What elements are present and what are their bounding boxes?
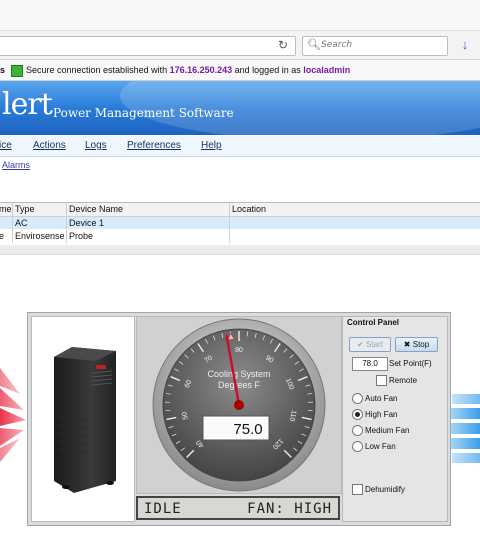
lcd-fan-text: FAN: HIGH [247, 501, 332, 517]
hot-airflow-graphic [0, 368, 26, 462]
banner-subtitle: Power Management Software [53, 106, 234, 120]
search-icon: 🔍︎ [307, 39, 321, 51]
status-text-mid: and logged in as [232, 65, 304, 75]
status-prefix: s [0, 65, 6, 75]
table-cell: AC [15, 218, 28, 228]
column-header-name[interactable]: me [0, 204, 12, 214]
remote-label: Remote [389, 376, 418, 385]
status-ip: 176.16.250.243 [169, 65, 233, 75]
cold-airflow-graphic [450, 394, 480, 463]
low-fan-label: Low Fan [365, 442, 396, 451]
gauge-tick-label: 80 [235, 347, 243, 354]
brand-logo-text: lert [2, 87, 53, 122]
table-footer-bar [0, 245, 480, 255]
remote-checkbox[interactable] [376, 375, 387, 386]
medium-fan-label: Medium Fan [365, 426, 410, 435]
app-banner: lert Power Management Software [0, 81, 480, 135]
lcd-state-text: IDLE [144, 501, 182, 517]
dehumidify-label: Dehumidify [365, 485, 406, 494]
gauge-title-line2: Degrees F [218, 380, 261, 390]
column-divider [66, 203, 67, 243]
column-divider [12, 203, 13, 243]
lcd-status-display: IDLE FAN: HIGH [136, 496, 340, 520]
table-row[interactable]: AC Device 1 [0, 217, 480, 229]
portable-ac-unit-image [54, 347, 116, 493]
auto-fan-label: Auto Fan [365, 394, 398, 403]
dehumidify-checkbox[interactable] [352, 484, 363, 495]
control-panel: Control Panel ✔ Start ✖ Stop 78.0 Set Po… [342, 316, 448, 522]
gauge-tick-label: 50 [181, 411, 189, 420]
medium-fan-radio[interactable] [352, 425, 363, 436]
stop-button-label: Stop [412, 340, 430, 349]
table-header: me Type Device Name Location [0, 203, 480, 217]
search-placeholder: Search [321, 40, 353, 50]
temperature-gauge: 405060708090100110120 Cooling System Deg… [152, 314, 326, 492]
table-cell: Probe [69, 231, 94, 241]
device-image-pane [31, 316, 135, 522]
device-table: me Type Device Name Location AC Device 1… [0, 202, 480, 246]
menu-item-actions[interactable]: Actions [33, 140, 66, 151]
status-message: Secure connection established with 176.1… [26, 60, 350, 80]
column-header-location[interactable]: Location [232, 204, 266, 214]
start-button-label: Start [366, 340, 383, 349]
high-fan-label: High Fan [365, 410, 398, 419]
browser-tab-strip [0, 0, 480, 31]
table-cell: Device 1 [69, 218, 105, 228]
setpoint-field[interactable]: 78.0 [352, 357, 388, 371]
start-button[interactable]: ✔ Start [349, 337, 391, 352]
menu-item-device[interactable]: ice [0, 140, 12, 151]
column-header-type[interactable]: Type [15, 204, 35, 214]
column-divider [229, 203, 230, 243]
table-row[interactable]: e Envirosense Probe [0, 230, 480, 242]
gauge-readout-value: 75.0 [233, 421, 262, 438]
control-panel-title: Control Panel [347, 318, 400, 327]
address-bar[interactable] [0, 36, 296, 56]
gauge-hub [234, 400, 244, 410]
auto-fan-radio[interactable] [352, 393, 363, 404]
menu-item-help[interactable]: Help [201, 140, 222, 151]
high-fan-radio[interactable] [352, 409, 363, 420]
table-cell: Envirosense [15, 231, 65, 241]
gauge-title-line1: Cooling System [207, 369, 270, 379]
download-icon[interactable]: ↓ [458, 38, 472, 52]
stop-button[interactable]: ✖ Stop [395, 337, 438, 352]
secure-icon [11, 65, 23, 77]
main-menu: ice Actions Logs Preferences Help [0, 136, 480, 157]
column-header-device-name[interactable]: Device Name [69, 204, 123, 214]
table-cell: e [0, 231, 5, 241]
low-fan-radio[interactable] [352, 441, 363, 452]
reload-icon[interactable]: ↻ [276, 38, 290, 52]
setpoint-label: Set Point(F) [389, 359, 432, 368]
temperature-gauge-pane: 40 50 60 70 80 90 100 110 120 Cooling System Deg… [136, 314, 342, 494]
menu-item-preferences[interactable]: Preferences [127, 140, 181, 151]
menu-item-logs[interactable]: Logs [85, 140, 107, 151]
connection-status-bar: s Secure connection established with 176… [0, 60, 480, 81]
search-input[interactable]: 🔍︎ Search [302, 36, 448, 56]
status-user: localadmin [303, 65, 351, 75]
breadcrumb-alarms[interactable]: Alarms [2, 160, 30, 170]
check-icon: ✔ [357, 340, 364, 349]
close-icon: ✖ [403, 340, 411, 349]
status-text-start: Secure connection established with [26, 65, 170, 75]
